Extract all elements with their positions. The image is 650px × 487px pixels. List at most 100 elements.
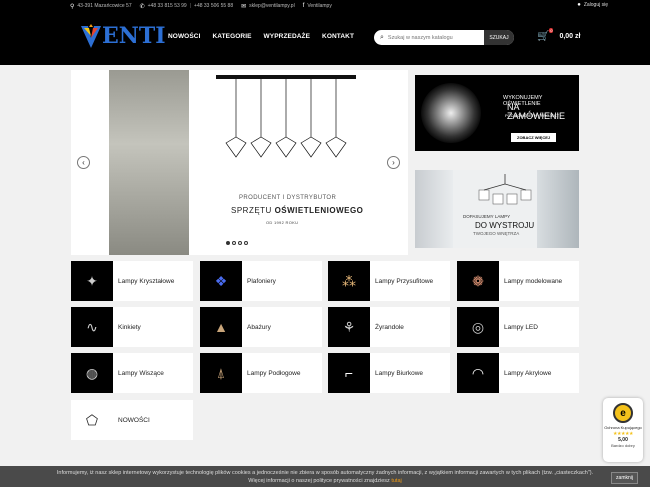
crystal-lamp-icon: ✦ (71, 261, 113, 301)
custom-lighting-banner[interactable]: WYKONUJEMY OŚWIETLENIE NA ZAMÓWIENIE POD… (415, 75, 579, 151)
trust-rating: Bardzo dobry (611, 443, 635, 448)
cookie-close-button[interactable]: zamknij (611, 472, 638, 484)
email-item[interactable]: ✉ sklep@ventilampy.pl (241, 3, 295, 10)
mail-icon: ✉ (241, 3, 247, 10)
phone-item[interactable]: ✆ +48 33 815 53 99 | +48 33 506 55 88 (140, 3, 234, 10)
address-item: ⚲ 43-391 Mazańcowice 57 (70, 3, 132, 10)
desk-lamp-icon: ⌐ (328, 353, 370, 393)
slide-line2b: OŚWIETLENIOWEGO (274, 206, 364, 215)
separator: | (189, 3, 192, 9)
category-label: Lampy Wiszące (118, 369, 164, 377)
category-tile-lampy-biurkowe[interactable]: ⌐ Lampy Biurkowe (328, 353, 450, 393)
chandelier-icon: ⚘ (328, 307, 370, 347)
slide-wall-image (109, 70, 189, 255)
main-header: ENTI NOWOŚCI KATEGORIE WYPRZEDAŻE KONTAK… (0, 12, 650, 65)
category-label: Lampy Przysufitowe (375, 277, 434, 285)
category-tile-kinkiety[interactable]: ∿ Kinkiety (71, 307, 193, 347)
slider-dot[interactable] (244, 241, 248, 245)
facebook-text[interactable]: Ventilampy (307, 3, 331, 9)
slide-line2: SPRZĘTU OŚWIETLENIOWEGO (231, 206, 363, 215)
slider-dot[interactable] (238, 241, 242, 245)
facebook-icon: f (302, 3, 305, 9)
cart-icon[interactable]: 🛒 0 (537, 28, 554, 42)
nav-wyprzedaze[interactable]: WYPRZEDAŻE (264, 33, 311, 40)
category-label: NOWOŚCI (118, 416, 150, 424)
cart-total[interactable]: 0,00 zł (559, 33, 580, 40)
category-tile-lampy-krysztalowe[interactable]: ✦ Lampy Kryształowe (71, 261, 193, 301)
category-tile-plafoniery[interactable]: ❖ Plafoniery (200, 261, 322, 301)
banner2-line2: DO WYSTROJU (475, 221, 535, 230)
trusted-shops-badge[interactable]: e Ochrona Kupującego ★★★★★ 5,00 Bardzo d… (603, 398, 643, 462)
slider-next-button[interactable]: › (387, 156, 400, 169)
search-input[interactable] (387, 34, 478, 41)
slider-dot[interactable] (232, 241, 236, 245)
facebook-item[interactable]: f Ventilampy (303, 3, 332, 9)
slider-prev-button[interactable]: ‹ (77, 156, 90, 169)
led-lamp-icon: ◎ (457, 307, 499, 347)
email-text[interactable]: sklep@ventilampy.pl (249, 3, 295, 9)
category-tile-nowosci[interactable]: ⬠ NOWOŚCI (71, 400, 193, 440)
logo[interactable]: ENTI (81, 22, 166, 50)
banner2-line3: TWOJEGO WNĘTRZA (473, 231, 520, 236)
category-tile-lampy-przysufitowe[interactable]: ⁂ Lampy Przysufitowe (328, 261, 450, 301)
slide-line2a: SPRZĘTU (231, 206, 275, 215)
category-tile-lampy-led[interactable]: ◎ Lampy LED (457, 307, 579, 347)
nav-kategorie[interactable]: KATEGORIE (212, 33, 251, 40)
banner2-line1: DOPASUJEMY LAMPY (463, 214, 511, 219)
cookie-notice: Informujemy, iż nasz sklep internetowy w… (0, 466, 650, 487)
category-tile-lampy-akrylowe[interactable]: ◠ Lampy Akrylowe (457, 353, 579, 393)
category-label: Abażury (247, 323, 271, 331)
cookie-policy-link[interactable]: tutaj (391, 478, 401, 484)
category-tile-abazury[interactable]: ▲ Abażury (200, 307, 322, 347)
window-image-right (537, 170, 579, 248)
main-nav: NOWOŚCI KATEGORIE WYPRZEDAŻE KONTAKT (168, 33, 366, 40)
address-text: 43-391 Mazańcowice 57 (77, 3, 132, 9)
slide-line1: PRODUCENT I DYSTRYBUTOR (239, 195, 337, 201)
category-tile-lampy-podlogowe[interactable]: ⍋ Lampy Podłogowe (200, 353, 322, 393)
slide-line3: OD 1992 ROKU (266, 220, 299, 225)
slider-dot[interactable] (226, 241, 230, 245)
ceiling-light-icon: ❖ (200, 261, 242, 301)
nav-kontakt[interactable]: KONTAKT (322, 33, 354, 40)
login-link[interactable]: ● Zaloguj się (577, 2, 608, 8)
banner1-line3: POD KONKRETNY PROJEKT (505, 113, 560, 118)
ceiling-lamp-image (478, 174, 532, 205)
new-items-icon: ⬠ (71, 400, 113, 440)
nav-nowosci[interactable]: NOWOŚCI (168, 33, 200, 40)
model-lamp-icon: ❁ (457, 261, 499, 301)
category-label: Lampy Biurkowe (375, 369, 424, 377)
pendant-lamp-icon: ◍ (71, 353, 113, 393)
trust-seal-icon: e (613, 403, 633, 423)
category-label: Lampy Akrylowe (504, 369, 552, 377)
see-more-button[interactable]: ZOBACZ WIĘCEJ (511, 133, 557, 142)
flush-mount-icon: ⁂ (328, 261, 370, 301)
login-text[interactable]: Zaloguj się (584, 2, 608, 8)
search-button[interactable]: SZUKAJ (484, 30, 514, 45)
search-box: ⌕ SZUKAJ (374, 30, 514, 45)
search-icon: ⌕ (380, 33, 384, 41)
pendant-lamps-image (216, 75, 356, 158)
logo-text: ENTI (102, 23, 166, 49)
cookie-text2: Więcej informacji o naszej polityce pryw… (248, 478, 392, 484)
category-label: Lampy modelowane (504, 277, 563, 285)
cart-count-badge: 0 (549, 28, 554, 33)
category-tile-lampy-wiszace[interactable]: ◍ Lampy Wiszące (71, 353, 193, 393)
phone1-text[interactable]: +48 33 815 53 99 (148, 3, 187, 9)
lampshade-icon: ▲ (200, 307, 242, 347)
phone-icon: ✆ (139, 3, 145, 10)
cookie-text-line2: Więcej informacji o naszej polityce pryw… (0, 477, 650, 485)
cookie-text-line1: Informujemy, iż nasz sklep internetowy w… (56, 470, 594, 476)
banner1-line2: NA ZAMÓWIENIE (507, 102, 565, 121)
interior-match-banner[interactable]: DOPASUJEMY LAMPY DO WYSTROJU TWOJEGO WNĘ… (415, 170, 579, 248)
category-tile-lampy-modelowane[interactable]: ❁ Lampy modelowane (457, 261, 579, 301)
category-label: Plafoniery (247, 277, 276, 285)
acrylic-lamp-icon: ◠ (457, 353, 499, 393)
floor-lamp-icon: ⍋ (200, 353, 242, 393)
slider-dots (226, 241, 250, 245)
category-label: Kinkiety (118, 323, 141, 331)
cart[interactable]: 🛒 0 0,00 zł (537, 28, 580, 42)
category-label: Żyrandole (375, 323, 404, 331)
phone2-text[interactable]: +48 33 506 55 88 (194, 3, 233, 9)
category-tile-zyrandole[interactable]: ⚘ Żyrandole (328, 307, 450, 347)
category-label: Lampy Kryształowe (118, 277, 175, 285)
